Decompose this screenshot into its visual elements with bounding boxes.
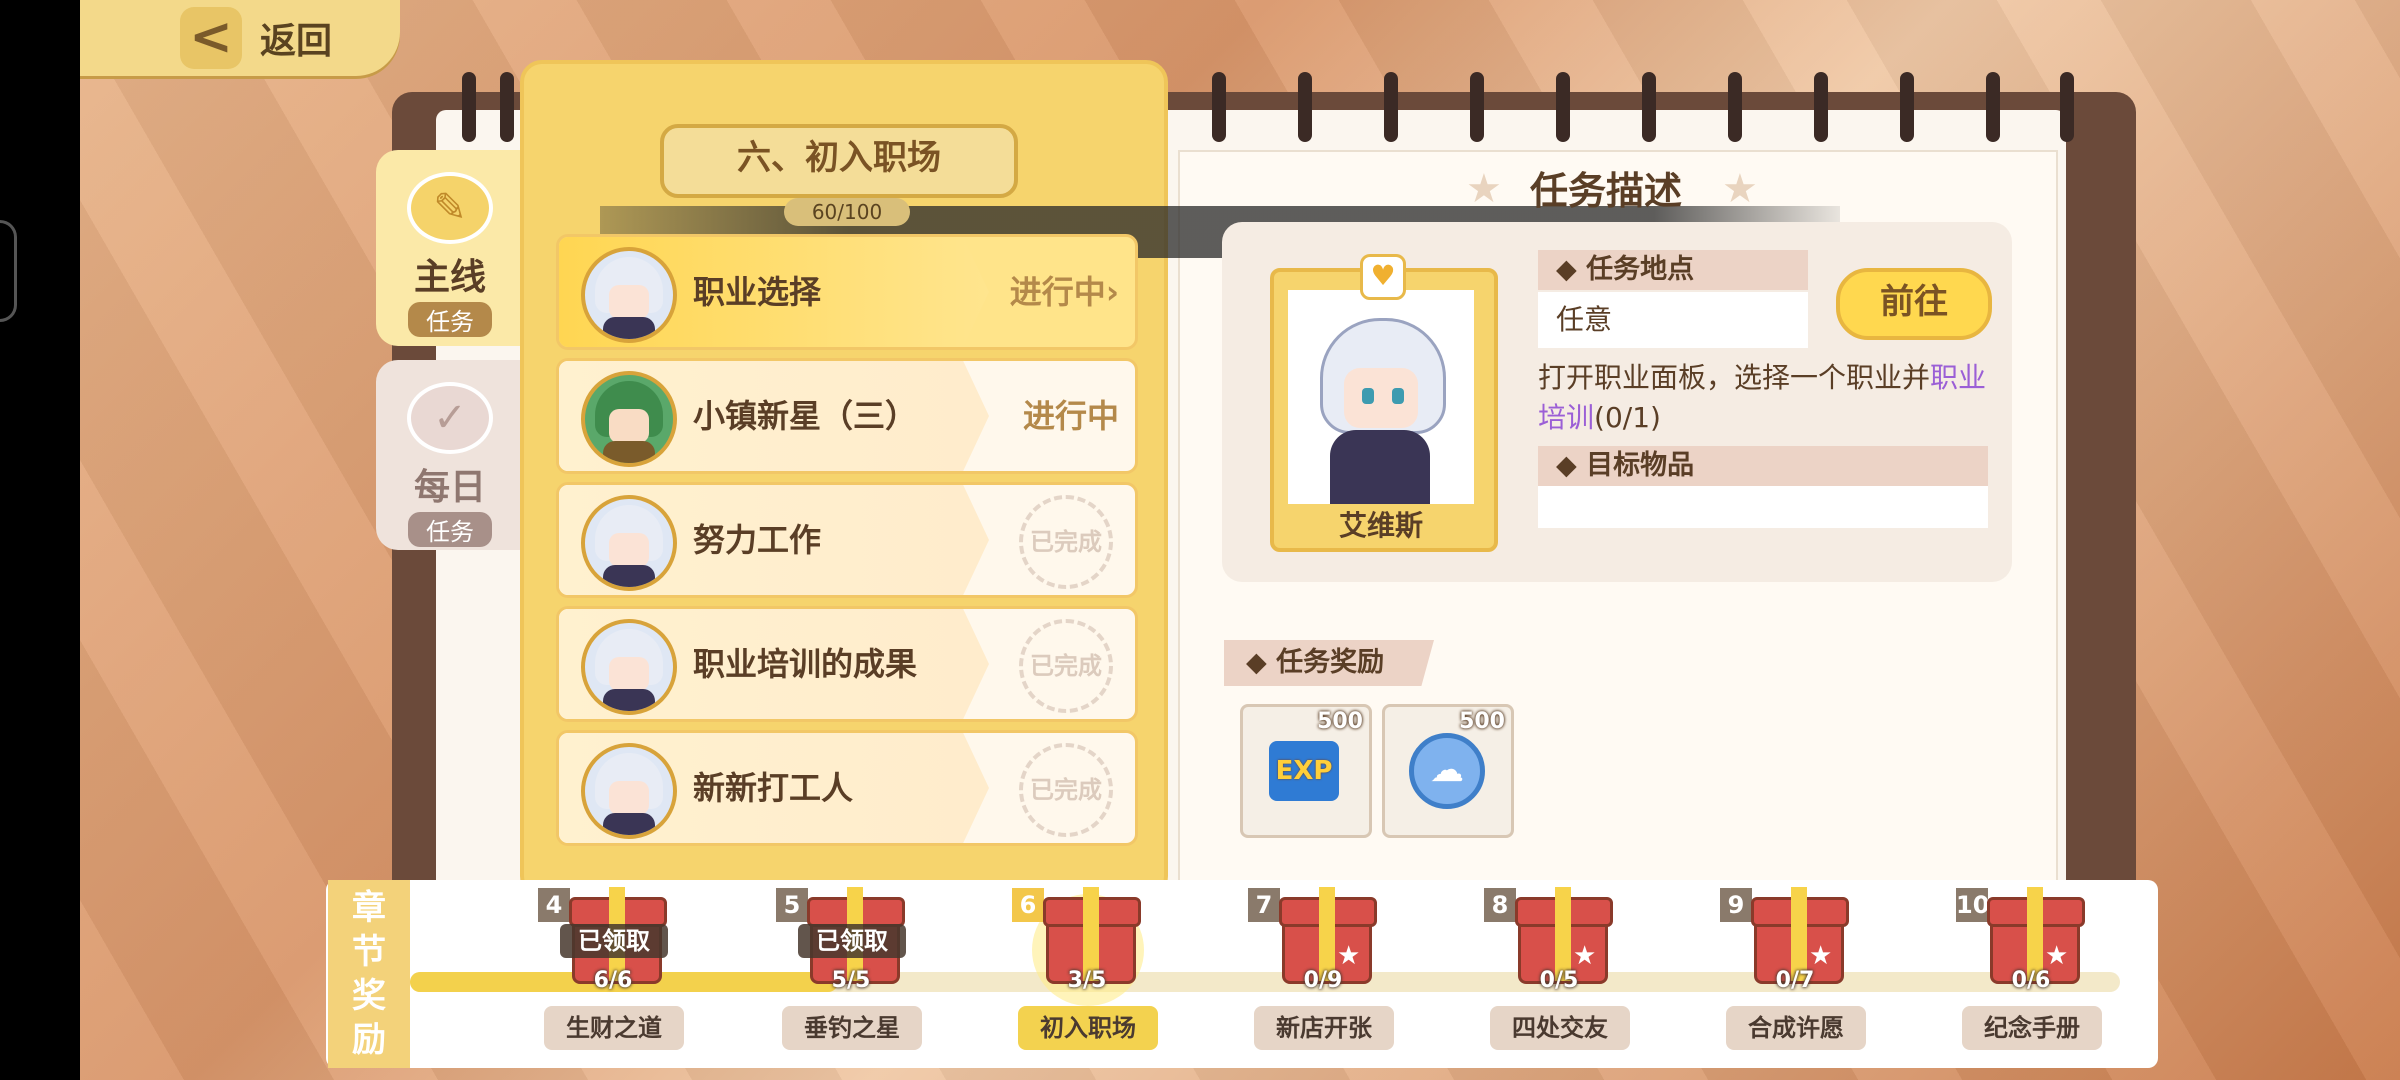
- binder-ring: [1556, 72, 1570, 142]
- quest-name: 职业选择: [693, 273, 822, 311]
- reward-count: 500: [1459, 709, 1505, 734]
- chapter-node[interactable]: 7 ★ 0/9 新店开张: [1248, 887, 1398, 1064]
- binder-ring: [1298, 72, 1312, 142]
- binder-ring: [462, 72, 476, 142]
- quest-description: 打开职业面板，选择一个职业并职业培训(0/1): [1538, 361, 1987, 434]
- completed-stamp: 已完成: [1019, 619, 1113, 713]
- reward-item-exp[interactable]: EXP 500: [1240, 704, 1372, 838]
- avatar: [581, 743, 677, 839]
- chevron-right-icon: ›: [1105, 273, 1119, 311]
- tab-main-sub: 任务: [408, 302, 492, 337]
- chapter-node[interactable]: 9 ★ 0/7 合成许愿: [1720, 887, 1870, 1064]
- binder-ring: [1212, 72, 1226, 142]
- chapter-number: 10: [1956, 888, 1989, 922]
- chapter-label: 生财之道: [544, 1006, 684, 1050]
- detail-title: 任务描述: [1530, 169, 1683, 213]
- chapter-node-current[interactable]: 6 3/5 初入职场: [1012, 887, 1162, 1064]
- avatar: [581, 247, 677, 343]
- chapter-count: 5/5: [831, 968, 871, 993]
- chapter-number: 4: [538, 888, 570, 922]
- completed-stamp: 已完成: [1019, 743, 1113, 837]
- chapter-count: 0/9: [1303, 968, 1343, 993]
- location-value: 任意: [1538, 292, 1808, 348]
- tab-daily-sub: 任务: [408, 512, 492, 547]
- claimed-tag: 已领取: [798, 924, 906, 958]
- claimed-tag: 已领取: [560, 924, 668, 958]
- back-arrow-icon: <: [180, 7, 242, 69]
- chapter-label: 新店开张: [1254, 1006, 1394, 1050]
- star-icon: ★: [1722, 166, 1758, 212]
- chapter-count: 3/5: [1067, 968, 1107, 993]
- chapter-title: 六、初入职场: [660, 124, 1018, 198]
- avatar: [581, 371, 677, 467]
- coin-icon: ☁: [1409, 733, 1485, 809]
- chapter-node[interactable]: 10 ★ 0/6 纪念手册: [1956, 887, 2106, 1064]
- star-icon: ★: [1466, 166, 1502, 212]
- tab-main-quest[interactable]: ✎ 主线 任务: [376, 150, 524, 346]
- quest-item[interactable]: 职业培训的成果 已完成: [556, 606, 1138, 722]
- chapter-node[interactable]: 8 ★ 0/5 四处交友: [1484, 887, 1634, 1064]
- quest-status: 进行中›: [1009, 273, 1119, 311]
- binder-ring: [1728, 72, 1742, 142]
- chapter-label: 合成许愿: [1726, 1006, 1866, 1050]
- chapter-label: 纪念手册: [1962, 1006, 2102, 1050]
- quest-item[interactable]: 小镇新星（三） 进行中: [556, 358, 1138, 474]
- target-label: ◆ 目标物品: [1538, 446, 1988, 486]
- back-label: 返回: [260, 21, 333, 62]
- avatar: [581, 619, 677, 715]
- reward-count: 500: [1317, 709, 1363, 734]
- location-label: ◆ 任务地点: [1538, 250, 1808, 290]
- chapter-count: 6/6: [593, 968, 633, 993]
- quest-item[interactable]: 职业选择 进行中›: [556, 234, 1138, 350]
- binder-ring: [500, 72, 514, 142]
- exp-icon: EXP: [1269, 741, 1339, 801]
- scroll-icon: ✎: [407, 172, 493, 244]
- chapter-count: 0/6: [2011, 968, 2051, 993]
- heart-icon: ♥: [1360, 254, 1406, 300]
- chapter-number: 6: [1012, 888, 1044, 922]
- binder-ring: [2060, 72, 2074, 142]
- chapter-count: 0/5: [1539, 968, 1579, 993]
- chapter-node[interactable]: 4 已领取 6/6 生财之道: [538, 887, 688, 1064]
- chapter-number: 7: [1248, 888, 1280, 922]
- binder-ring: [1642, 72, 1656, 142]
- system-gesture-bar: [0, 0, 80, 1080]
- chapter-label: 初入职场: [1018, 1006, 1158, 1050]
- side-handle-icon[interactable]: [0, 220, 17, 322]
- calendar-check-icon: ✓: [407, 382, 493, 454]
- quest-name: 职业培训的成果: [693, 645, 918, 683]
- quest-item[interactable]: 新新打工人 已完成: [556, 730, 1138, 846]
- quest-item[interactable]: 努力工作 已完成: [556, 482, 1138, 598]
- binder-ring: [1900, 72, 1914, 142]
- chapter-reward-title: 章节奖励: [328, 880, 410, 1068]
- chapter-label: 四处交友: [1490, 1006, 1630, 1050]
- chapter-label: 垂钓之星: [782, 1006, 922, 1050]
- avatar: [581, 495, 677, 591]
- quest-name: 努力工作: [693, 521, 822, 559]
- quest-name: 小镇新星（三）: [693, 397, 918, 435]
- tab-daily-quest[interactable]: ✓ 每日 任务: [376, 360, 524, 550]
- chapter-node[interactable]: 5 已领取 5/5 垂钓之星: [776, 887, 926, 1064]
- npc-name: 艾维斯: [1338, 509, 1423, 542]
- binder-ring: [1986, 72, 2000, 142]
- binder-ring: [1814, 72, 1828, 142]
- quest-name: 新新打工人: [693, 769, 854, 807]
- tab-main-title: 主线: [413, 257, 486, 298]
- chapter-number: 9: [1720, 888, 1752, 922]
- target-value: [1538, 486, 1988, 528]
- quest-status: 进行中: [1022, 397, 1119, 435]
- binder-ring: [1384, 72, 1398, 142]
- go-button[interactable]: 前往: [1836, 268, 1992, 340]
- chapter-count: 0/7: [1775, 968, 1815, 993]
- binder-ring: [1470, 72, 1484, 142]
- chapter-progress: 60/100: [784, 198, 910, 226]
- tab-daily-title: 每日: [413, 467, 486, 508]
- reward-item-coin[interactable]: ☁ 500: [1382, 704, 1514, 838]
- chapter-number: 8: [1484, 888, 1516, 922]
- completed-stamp: 已完成: [1019, 495, 1113, 589]
- reward-label: ◆ 任务奖励: [1224, 640, 1434, 686]
- back-button[interactable]: < 返回: [80, 0, 400, 76]
- chapter-number: 5: [776, 888, 808, 922]
- npc-portrait: [1310, 318, 1450, 504]
